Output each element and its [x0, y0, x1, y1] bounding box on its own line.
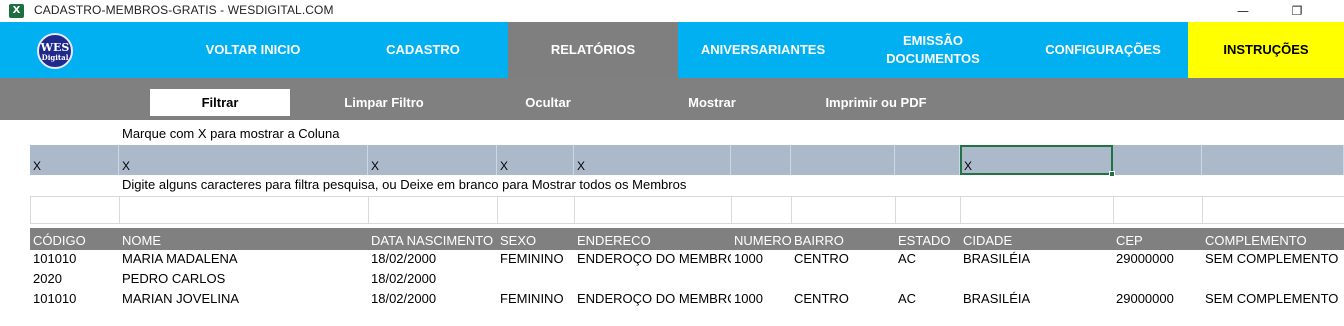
filter-input-estado[interactable] [896, 197, 961, 223]
table-cell[interactable] [960, 270, 1113, 290]
table-cell[interactable]: FEMININO [497, 250, 574, 270]
fill-handle[interactable] [1109, 171, 1115, 177]
table-cell[interactable] [574, 270, 731, 290]
table-cell[interactable] [895, 270, 960, 290]
filter-instruction: Digite alguns caracteres para filtra pes… [122, 177, 687, 192]
table-cell[interactable]: CENTRO [791, 290, 895, 310]
table-cell[interactable]: SEM COMPLEMENTO [1202, 290, 1344, 310]
report-sheet: Marque com X para mostrar a Coluna X X X… [0, 120, 1344, 326]
table-cell[interactable]: PEDRO CARLOS [119, 270, 368, 290]
column-header: SEXO [500, 233, 537, 248]
report-toolbar: Filtrar Limpar Filtro Ocultar Mostrar Im… [0, 78, 1344, 120]
table-cell[interactable]: FEMININO [497, 290, 574, 310]
nav-aniversariantes-button[interactable]: ANIVERSARIANTES [678, 22, 848, 78]
table-cell[interactable] [731, 270, 791, 290]
column-header: CIDADE [963, 233, 1013, 248]
column-mark-cell[interactable]: X [497, 145, 574, 175]
filtrar-button[interactable]: Filtrar [150, 89, 290, 116]
table-cell[interactable]: 29000000 [1113, 290, 1202, 310]
wes-digital-logo: WES Digital [37, 33, 73, 69]
table-cell[interactable]: 1000 [731, 290, 791, 310]
column-header: NOME [122, 233, 161, 248]
column-header: CEP [1116, 233, 1143, 248]
column-mark-cell-selected[interactable]: X [960, 145, 1113, 175]
table-row[interactable]: 2020 PEDRO CARLOS 18/02/2000 [30, 270, 1344, 290]
table-cell[interactable]: MARIA MADALENA [119, 250, 368, 270]
table-cell[interactable]: BRASILÉIA [960, 290, 1113, 310]
window-titlebar: X CADASTRO-MEMBROS-GRATIS - WESDIGITAL.C… [0, 0, 1344, 22]
window-title: CADASTRO-MEMBROS-GRATIS - WESDIGITAL.COM [34, 3, 334, 17]
column-mark-cell[interactable]: X [574, 145, 731, 175]
table-cell[interactable]: CENTRO [791, 250, 895, 270]
table-row[interactable]: 101010 MARIAN JOVELINA 18/02/2000 FEMINI… [30, 290, 1344, 310]
column-header: CÓDIGO [33, 233, 86, 248]
imprimir-pdf-button[interactable]: Imprimir ou PDF [806, 89, 946, 116]
column-header: DATA NASCIMENTO [371, 233, 494, 248]
filter-input-endereco[interactable] [575, 197, 732, 223]
nav-relatorios-button[interactable]: RELATÓRIOS [508, 22, 678, 78]
table-cell[interactable]: 101010 [30, 290, 119, 310]
nav-voltar-inicio-button[interactable]: VOLTAR INICIO [168, 22, 338, 78]
table-cell[interactable]: AC [895, 250, 960, 270]
excel-icon: X [9, 4, 24, 18]
column-mark-cell[interactable] [1113, 145, 1202, 175]
column-mark-cell[interactable] [1202, 145, 1344, 175]
filter-input-numero[interactable] [732, 197, 792, 223]
table-cell[interactable]: AC [895, 290, 960, 310]
column-mark-cell[interactable]: X [368, 145, 497, 175]
restore-button[interactable]: ❐ [1274, 0, 1320, 22]
column-mark-cell[interactable] [791, 145, 895, 175]
filter-input-sexo[interactable] [498, 197, 575, 223]
table-cell[interactable]: 2020 [30, 270, 119, 290]
nav-emissao-documentos-button[interactable]: EMISSÃO DOCUMENTOS [848, 22, 1018, 78]
table-header-row: CÓDIGO NOME DATA NASCIMENTO SEXO ENDEREC… [30, 228, 1344, 250]
table-cell[interactable]: ENDEROÇO DO MEMBRO [574, 290, 731, 310]
table-cell[interactable]: 1000 [731, 250, 791, 270]
table-cell[interactable]: 18/02/2000 [368, 270, 497, 290]
filter-input-cidade[interactable] [961, 197, 1114, 223]
table-cell[interactable]: ENDEROÇO DO MEMBRO [574, 250, 731, 270]
column-mark-cell[interactable] [731, 145, 791, 175]
table-cell[interactable]: 29000000 [1113, 250, 1202, 270]
table-cell[interactable]: 18/02/2000 [368, 290, 497, 310]
filter-input-nome[interactable] [120, 197, 369, 223]
column-mark-cell[interactable] [895, 145, 960, 175]
nav-emissao-line1: EMISSÃO [903, 33, 963, 48]
main-nav: WES Digital VOLTAR INICIO CADASTRO RELAT… [0, 22, 1344, 78]
nav-configuracoes-button[interactable]: CONFIGURAÇÕES [1018, 22, 1188, 78]
table-cell[interactable]: 18/02/2000 [368, 250, 497, 270]
table-cell[interactable]: BRASILÉIA [960, 250, 1113, 270]
ocultar-button[interactable]: Ocultar [478, 89, 618, 116]
column-instruction: Marque com X para mostrar a Coluna [122, 126, 340, 141]
filter-input-bairro[interactable] [792, 197, 896, 223]
column-header: COMPLEMENTO [1205, 233, 1307, 248]
filter-input-row [30, 196, 1344, 224]
mostrar-button[interactable]: Mostrar [642, 89, 782, 116]
table-cell[interactable] [1202, 270, 1344, 290]
filter-input-cep[interactable] [1114, 197, 1203, 223]
filter-input-codigo[interactable] [31, 197, 120, 223]
minimize-button[interactable]: — [1220, 0, 1266, 22]
limpar-filtro-button[interactable]: Limpar Filtro [314, 89, 454, 116]
table-row[interactable]: 101010 MARIA MADALENA 18/02/2000 FEMININ… [30, 250, 1344, 270]
logo-subtext: Digital [41, 53, 69, 62]
table-cell[interactable] [497, 270, 574, 290]
nav-instrucoes-button[interactable]: INSTRUÇÕES [1188, 22, 1344, 78]
column-mark-cell[interactable]: X [30, 145, 119, 175]
table-cell[interactable] [791, 270, 895, 290]
table-cell[interactable]: MARIAN JOVELINA [119, 290, 368, 310]
column-header: NUMERO [734, 233, 791, 248]
column-mark-cell[interactable]: X [119, 145, 368, 175]
filter-input-complemento[interactable] [1203, 197, 1344, 223]
filter-input-data-nascimento[interactable] [369, 197, 498, 223]
column-header: BAIRRO [794, 233, 844, 248]
column-visibility-row: X X X X X X [30, 145, 1344, 177]
column-header: ESTADO [898, 233, 951, 248]
table-cell[interactable]: 101010 [30, 250, 119, 270]
nav-cadastro-button[interactable]: CADASTRO [338, 22, 508, 78]
table-cell[interactable] [1113, 270, 1202, 290]
column-header: ENDERECO [577, 233, 651, 248]
table-cell[interactable]: SEM COMPLEMENTO [1202, 250, 1344, 270]
nav-emissao-line2: DOCUMENTOS [886, 51, 980, 66]
